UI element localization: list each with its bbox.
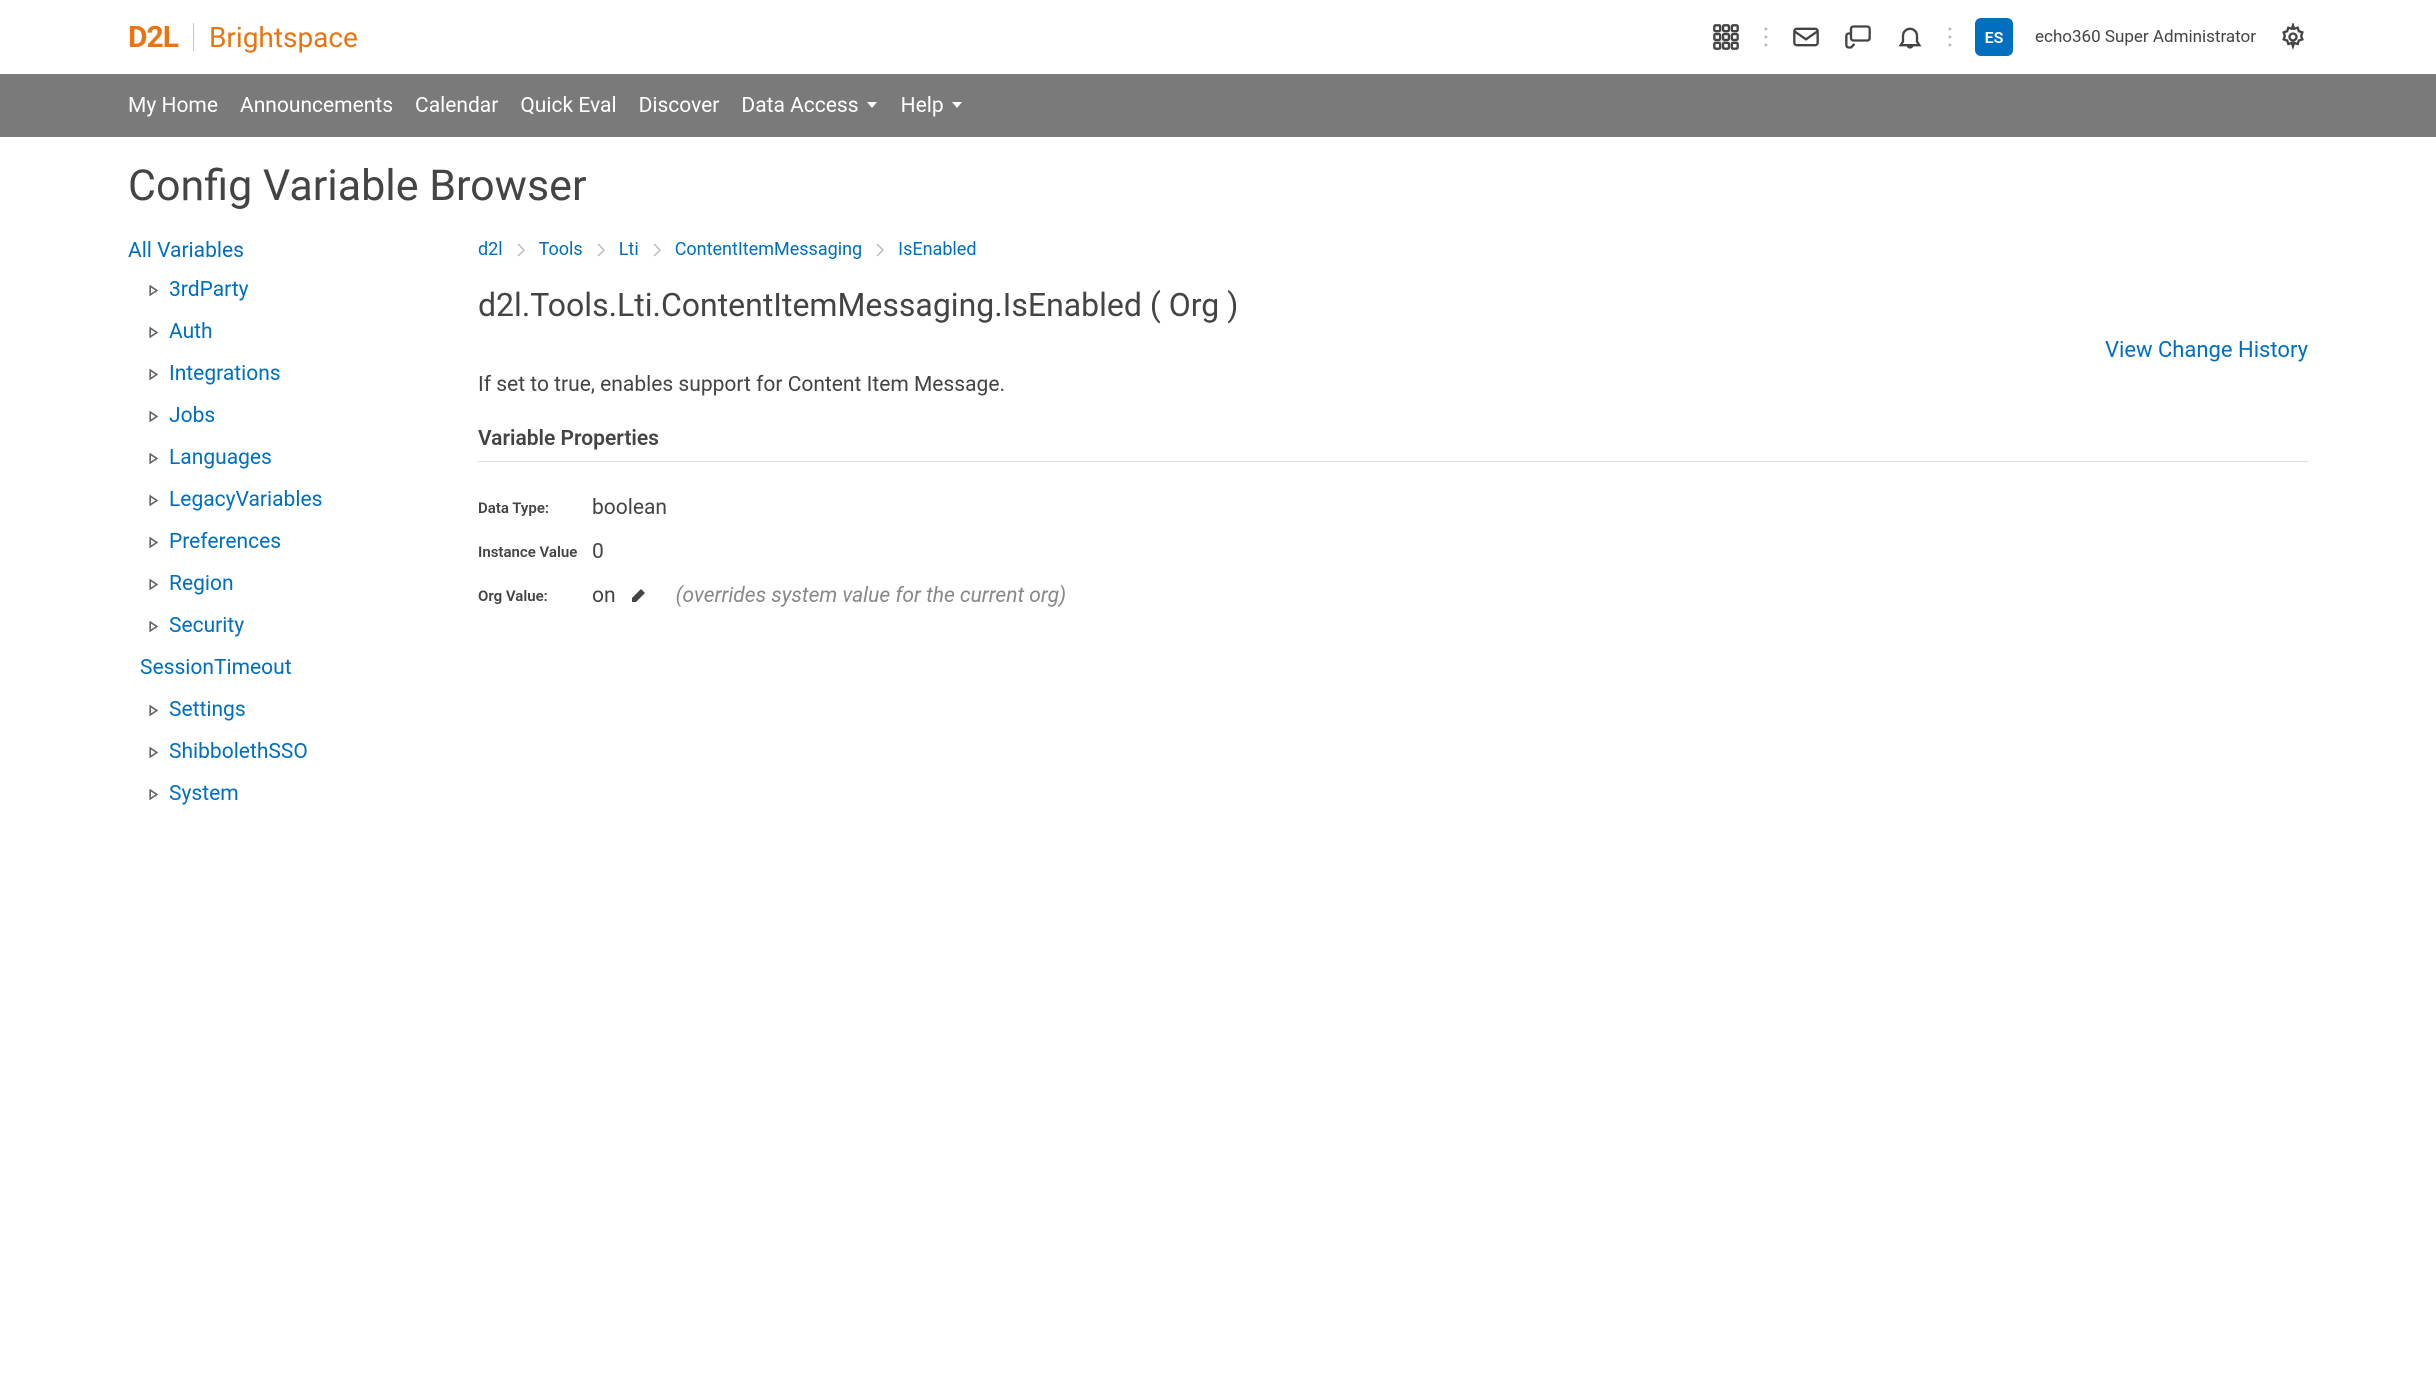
sidebar-item-shibbolethsso[interactable]: ShibbolethSSO bbox=[128, 731, 438, 773]
main: d2l Tools Lti ContentItemMessaging IsEna… bbox=[478, 233, 2308, 815]
sidebar-item-label: Security bbox=[169, 614, 244, 638]
edit-icon[interactable] bbox=[630, 588, 646, 604]
prop-instance-value: Instance Value 0 bbox=[478, 530, 2308, 574]
top-actions: ES echo360 Super Administrator bbox=[1711, 18, 2308, 56]
sidebar-item-system[interactable]: System bbox=[128, 773, 438, 815]
app-switcher-icon[interactable] bbox=[1711, 22, 1741, 52]
tree-caret-icon bbox=[148, 285, 159, 296]
sidebar-item-sessiontimeout[interactable]: SessionTimeout bbox=[128, 647, 438, 689]
prop-value: boolean bbox=[592, 496, 667, 520]
tree-caret-icon bbox=[148, 369, 159, 380]
sidebar-item-label: Integrations bbox=[169, 362, 281, 386]
nav-bar: My Home Announcements Calendar Quick Eva… bbox=[0, 74, 2436, 137]
crumb-tools[interactable]: Tools bbox=[539, 239, 583, 260]
sidebar-item-jobs[interactable]: Jobs bbox=[128, 395, 438, 437]
gear-icon[interactable] bbox=[2278, 22, 2308, 52]
tree-caret-icon bbox=[148, 453, 159, 464]
sidebar-item-label: LegacyVariables bbox=[169, 488, 322, 512]
content-area: All Variables 3rdParty Auth Integrations… bbox=[0, 223, 2436, 855]
chevron-right-icon bbox=[653, 243, 661, 257]
messages-icon[interactable] bbox=[1843, 22, 1873, 52]
sidebar-item-label: Preferences bbox=[169, 530, 281, 554]
nav-announcements[interactable]: Announcements bbox=[240, 94, 393, 118]
prop-data-type: Data Type: boolean bbox=[478, 486, 2308, 530]
nav-discover[interactable]: Discover bbox=[639, 94, 720, 118]
crumb-isenabled[interactable]: IsEnabled bbox=[898, 239, 976, 260]
page-title: Config Variable Browser bbox=[0, 137, 2436, 223]
variable-title: d2l.Tools.Lti.ContentItemMessaging.IsEna… bbox=[478, 280, 2308, 338]
nav-data-access[interactable]: Data Access bbox=[741, 94, 878, 118]
sidebar-item-label: 3rdParty bbox=[169, 278, 249, 302]
sidebar-item-security[interactable]: Security bbox=[128, 605, 438, 647]
tree-caret-icon bbox=[148, 327, 159, 338]
tree-caret-icon bbox=[148, 579, 159, 590]
tree-caret-icon bbox=[148, 411, 159, 422]
sidebar-item-label: SessionTimeout bbox=[140, 656, 292, 680]
chevron-down-icon bbox=[950, 94, 964, 118]
variable-description: If set to true, enables support for Cont… bbox=[478, 373, 2308, 427]
nav-calendar[interactable]: Calendar bbox=[415, 94, 498, 118]
chevron-right-icon bbox=[876, 243, 884, 257]
bell-icon[interactable] bbox=[1895, 22, 1925, 52]
tree-caret-icon bbox=[148, 747, 159, 758]
mail-icon[interactable] bbox=[1791, 22, 1821, 52]
separator-dots-icon bbox=[1947, 25, 1953, 49]
user-name[interactable]: echo360 Super Administrator bbox=[2035, 27, 2256, 47]
tree-caret-icon bbox=[148, 495, 159, 506]
prop-org-value: Org Value: on (overrides system value fo… bbox=[478, 574, 2308, 618]
sidebar-item-integrations[interactable]: Integrations bbox=[128, 353, 438, 395]
history-row: View Change History bbox=[478, 338, 2308, 373]
breadcrumb: d2l Tools Lti ContentItemMessaging IsEna… bbox=[478, 233, 2308, 280]
brand-short: D2L bbox=[128, 20, 178, 55]
sidebar-root[interactable]: All Variables bbox=[128, 233, 438, 269]
tree-caret-icon bbox=[148, 537, 159, 548]
chevron-right-icon bbox=[597, 243, 605, 257]
crumb-lti[interactable]: Lti bbox=[619, 239, 639, 260]
prop-value: 0 bbox=[592, 540, 604, 564]
sidebar-item-settings[interactable]: Settings bbox=[128, 689, 438, 731]
sidebar-item-auth[interactable]: Auth bbox=[128, 311, 438, 353]
sidebar-item-label: System bbox=[169, 782, 239, 806]
sidebar-item-label: Languages bbox=[169, 446, 272, 470]
tree-caret-icon bbox=[148, 705, 159, 716]
top-bar: D2L Brightspace bbox=[0, 0, 2436, 74]
nav-quick-eval[interactable]: Quick Eval bbox=[520, 94, 616, 118]
sidebar-item-preferences[interactable]: Preferences bbox=[128, 521, 438, 563]
nav-help[interactable]: Help bbox=[901, 94, 964, 118]
sidebar-item-label: Jobs bbox=[169, 404, 215, 428]
section-heading: Variable Properties bbox=[478, 427, 2308, 462]
sidebar-item-label: Auth bbox=[169, 320, 213, 344]
sidebar-item-languages[interactable]: Languages bbox=[128, 437, 438, 479]
sidebar-item-label: Settings bbox=[169, 698, 246, 722]
prop-note: (overrides system value for the current … bbox=[676, 584, 1067, 608]
brand-divider bbox=[193, 23, 194, 51]
nav-my-home[interactable]: My Home bbox=[128, 94, 218, 118]
sidebar-item-label: ShibbolethSSO bbox=[169, 740, 308, 764]
separator-dots-icon bbox=[1763, 25, 1769, 49]
view-change-history-link[interactable]: View Change History bbox=[2105, 338, 2308, 363]
crumb-contentitemmessaging[interactable]: ContentItemMessaging bbox=[675, 239, 862, 260]
prop-label: Data Type: bbox=[478, 499, 578, 517]
user-avatar[interactable]: ES bbox=[1975, 18, 2013, 56]
prop-label: Org Value: bbox=[478, 587, 578, 605]
brand-name: Brightspace bbox=[209, 21, 358, 54]
sidebar-item-3rdparty[interactable]: 3rdParty bbox=[128, 269, 438, 311]
prop-label: Instance Value bbox=[478, 543, 578, 561]
brand[interactable]: D2L Brightspace bbox=[128, 20, 358, 55]
tree-caret-icon bbox=[148, 621, 159, 632]
sidebar-item-region[interactable]: Region bbox=[128, 563, 438, 605]
prop-value: on bbox=[592, 584, 616, 608]
chevron-right-icon bbox=[517, 243, 525, 257]
tree-caret-icon bbox=[148, 789, 159, 800]
sidebar: All Variables 3rdParty Auth Integrations… bbox=[128, 233, 438, 815]
sidebar-item-label: Region bbox=[169, 572, 234, 596]
crumb-d2l[interactable]: d2l bbox=[478, 239, 503, 260]
sidebar-item-legacyvariables[interactable]: LegacyVariables bbox=[128, 479, 438, 521]
chevron-down-icon bbox=[865, 94, 879, 118]
